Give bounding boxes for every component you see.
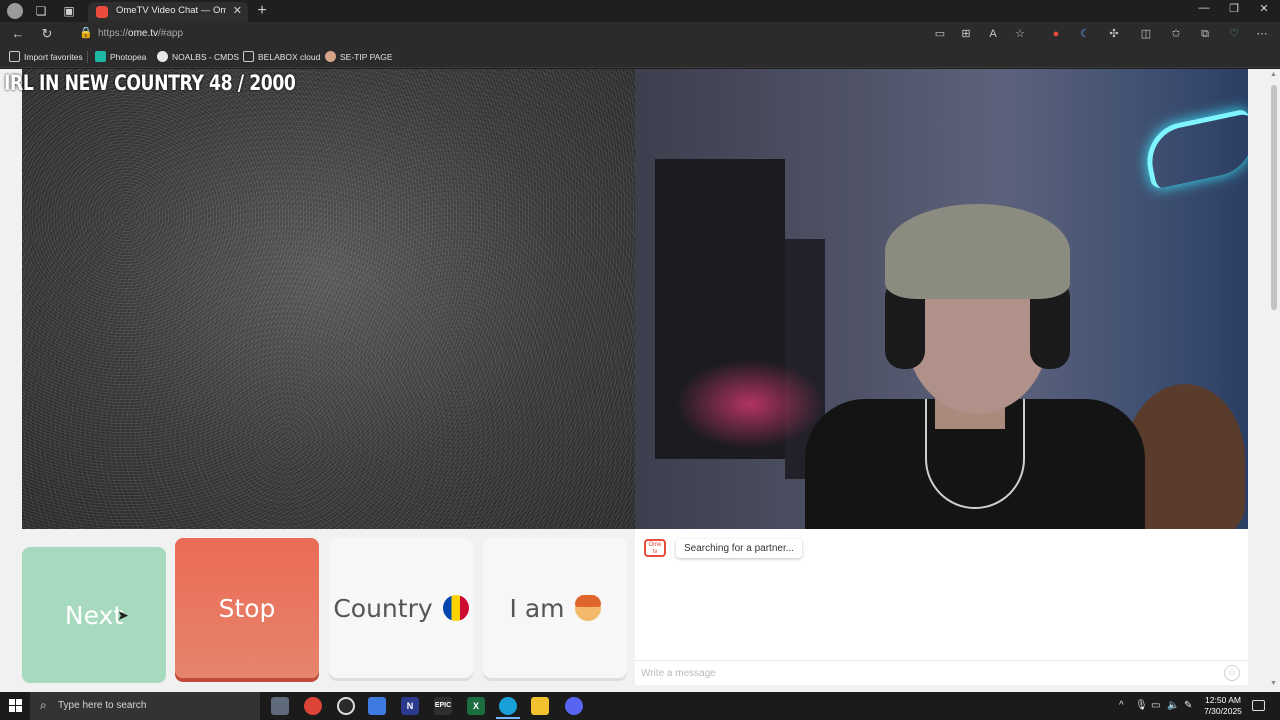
extension-badge-icon[interactable]: ●: [1048, 27, 1064, 41]
ometv-page: IRL IN NEW COUNTRY 48 / 2000 Next Stop C…: [0, 69, 1280, 692]
url-field[interactable]: 🔒 https://ome.tv/#app: [70, 24, 1030, 44]
tray-chevron-icon[interactable]: ^: [1119, 700, 1124, 711]
scroll-up-arrow-icon[interactable]: ▲: [1270, 71, 1277, 78]
stop-button[interactable]: Stop: [175, 538, 319, 678]
pen-icon[interactable]: ✎: [1184, 700, 1192, 711]
clock-time: 12:50 AM: [1205, 695, 1241, 705]
edge-icon[interactable]: [499, 697, 517, 715]
gender-button-label: I am: [509, 593, 565, 623]
scroll-down-arrow-icon[interactable]: ▼: [1270, 680, 1277, 687]
browser-tab-strip: ❏ ▣ OmeTV Video Chat — Ome ✕ + — ❐ ✕: [0, 0, 1280, 22]
profile-avatar[interactable]: [7, 3, 23, 19]
favorites-bar: Import favorites Photopea NOALBS - CMDS …: [0, 46, 1280, 68]
next-button[interactable]: Next: [22, 547, 166, 683]
minimize-button[interactable]: —: [1190, 2, 1218, 14]
menu-icon[interactable]: ⋯: [1254, 27, 1270, 41]
url-text: https://ome.tv/#app: [98, 28, 184, 39]
next-button-label: Next: [64, 600, 124, 630]
stream-overlay-title: IRL IN NEW COUNTRY 48 / 2000: [4, 71, 296, 95]
country-button-label: Country: [333, 593, 433, 623]
scrollbar-thumb[interactable]: [1271, 85, 1277, 310]
windows-start-icon[interactable]: [9, 699, 23, 713]
apps-icon[interactable]: ⊞: [958, 27, 974, 41]
address-bar-row: ← ↻ 🔒 https://ome.tv/#app ▭ ⊞ A ☆ ● ☾ ✣ …: [0, 22, 1280, 46]
excel-icon[interactable]: X: [467, 697, 485, 715]
emoji-picker-icon[interactable]: ☺: [1224, 665, 1240, 681]
active-app-indicator: [496, 717, 520, 719]
favorite-se-tip[interactable]: SE-TIP PAGE: [325, 50, 393, 64]
task-view-icon[interactable]: [271, 697, 289, 715]
notification-icon[interactable]: [1252, 700, 1265, 711]
page-scrollbar[interactable]: ▲ ▼: [1268, 69, 1280, 692]
page-icon: [243, 51, 254, 62]
mouse-cursor-icon: ➤: [117, 607, 129, 623]
moldova-flag-icon: [442, 595, 469, 621]
favorites-icon[interactable]: ✩: [1168, 27, 1184, 41]
reload-icon[interactable]: ↻: [38, 26, 56, 42]
ometv-favicon: [96, 6, 108, 18]
stop-button-label: Stop: [218, 593, 276, 623]
boy-emoji-icon: [574, 595, 601, 621]
back-arrow-icon[interactable]: ←: [9, 26, 27, 42]
streamer-cap: [885, 204, 1070, 299]
workspaces-icon[interactable]: ❏: [33, 3, 49, 19]
favorite-noalbs[interactable]: NOALBS - CMDS: [157, 50, 239, 64]
ometv-logo-icon: Ome tv: [644, 539, 666, 557]
restore-button[interactable]: ❐: [1220, 2, 1248, 15]
extension-moon-icon[interactable]: ☾: [1077, 27, 1093, 41]
tab-close-button[interactable]: ✕: [233, 4, 242, 17]
partner-video: [22, 69, 635, 529]
country-button[interactable]: Country: [329, 538, 473, 678]
tab-actions-icon[interactable]: ▣: [61, 3, 77, 19]
windows-taskbar: ⌕ Type here to search N EPIC X ^ 🎙 ▭ 🔈 ✎…: [0, 692, 1280, 720]
neon-sign: [1139, 108, 1248, 190]
github-icon: [157, 51, 168, 62]
import-icon: [9, 51, 20, 62]
discord-icon[interactable]: [565, 697, 583, 715]
streamelements-icon: [325, 51, 336, 62]
chat-input-bar: ☺: [635, 660, 1248, 685]
taskbar-search-placeholder: Type here to search: [58, 700, 147, 711]
photopea-icon: [95, 51, 106, 62]
n-app-icon[interactable]: N: [401, 697, 419, 715]
network-icon[interactable]: ▭: [1151, 700, 1160, 711]
camera-icon[interactable]: ▭: [932, 27, 948, 41]
collections-icon[interactable]: ⧉: [1197, 27, 1213, 41]
chat-message-input[interactable]: [641, 665, 1211, 682]
streamer-chain: [925, 399, 1025, 509]
self-camera-video: [635, 69, 1248, 529]
chrome-icon[interactable]: [304, 697, 322, 715]
video-static-noise: [22, 69, 635, 529]
search-icon: ⌕: [40, 698, 47, 712]
close-window-button[interactable]: ✕: [1250, 2, 1278, 15]
chat-panel: Ome tv Searching for a partner... ☺: [635, 529, 1248, 685]
clock-date: 7/30/2025: [1204, 706, 1242, 716]
favorite-photopea[interactable]: Photopea: [95, 50, 146, 64]
store-icon[interactable]: [368, 697, 386, 715]
epic-games-icon[interactable]: EPIC: [434, 697, 452, 715]
obs-icon[interactable]: [337, 697, 355, 715]
taskbar-clock[interactable]: 12:50 AM 7/30/2025: [1200, 695, 1246, 717]
pink-light-glow: [675, 359, 825, 449]
gender-button[interactable]: I am: [483, 538, 627, 678]
file-explorer-icon[interactable]: [531, 697, 549, 715]
read-aloud-icon[interactable]: A: [985, 27, 1001, 41]
tab-title: OmeTV Video Chat — Ome: [116, 5, 226, 16]
tab-ometv[interactable]: OmeTV Video Chat — Ome ✕: [88, 2, 248, 22]
extensions-puzzle-icon[interactable]: ✣: [1106, 27, 1122, 41]
browser-essentials-icon[interactable]: ♡: [1226, 27, 1242, 41]
taskbar-search[interactable]: ⌕ Type here to search: [30, 692, 260, 720]
favorite-import[interactable]: Import favorites: [9, 50, 83, 64]
lock-icon: 🔒: [79, 27, 93, 39]
chat-status-message: Searching for a partner...: [676, 539, 803, 558]
split-screen-icon[interactable]: ◫: [1138, 27, 1154, 41]
new-tab-button[interactable]: +: [254, 3, 270, 19]
microphone-icon[interactable]: 🎙: [1135, 700, 1148, 711]
favorite-star-icon[interactable]: ☆: [1012, 27, 1028, 41]
favorites-divider: [87, 51, 88, 63]
favorite-belabox[interactable]: BELABOX cloud: [243, 50, 320, 64]
volume-icon[interactable]: 🔈: [1167, 700, 1179, 711]
